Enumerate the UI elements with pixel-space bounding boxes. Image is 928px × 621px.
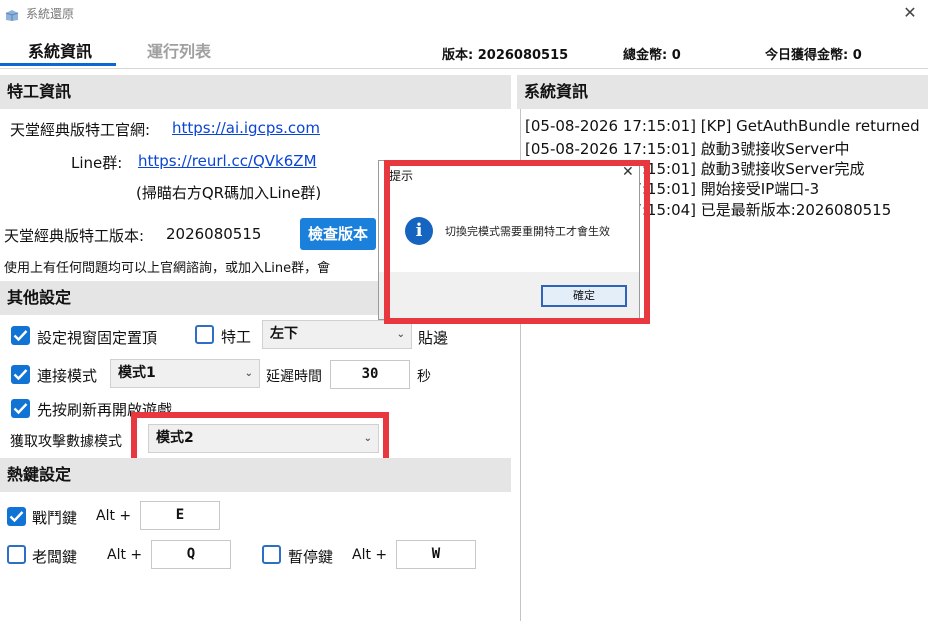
- connect-mode-checkbox[interactable]: [11, 365, 30, 384]
- help-text: 使用上有任何問題均可以上官網諮詢，或加入Line群，會: [4, 261, 331, 276]
- line-hint: (掃瞄右方QR碼加入Line群): [136, 184, 322, 202]
- agent-label: 特工: [221, 328, 252, 346]
- delay-label: 延遲時間: [266, 369, 322, 385]
- attack-mode-label: 獲取攻擊數據模式: [10, 434, 122, 450]
- snap-label: 貼邊: [418, 329, 449, 347]
- connect-mode-select[interactable]: 模式1 ⌄: [110, 359, 260, 388]
- battle-key-checkbox[interactable]: [7, 507, 26, 526]
- line-link[interactable]: https://reurl.cc/QVk6ZM: [138, 152, 317, 170]
- section-agent-info: 特工資訊: [0, 75, 511, 109]
- active-tab-indicator: [0, 63, 116, 66]
- version-stat: 版本: 2026080515: [442, 48, 569, 63]
- app-icon: [5, 7, 19, 21]
- boss-key-input[interactable]: Q: [151, 540, 231, 569]
- battle-key-label: 戰鬥鍵: [32, 509, 78, 527]
- check-version-button[interactable]: 檢查版本: [300, 218, 376, 250]
- version-label: 天堂經典版特工版本:: [4, 227, 145, 245]
- log-line: [05-08-2026 17:15:01] [KP] GetAuthBundle…: [525, 117, 920, 135]
- total-coins-stat: 總金幣: 0: [623, 48, 681, 63]
- section-hotkeys: 熱鍵設定: [0, 458, 511, 492]
- section-system-info: 系統資訊: [517, 75, 928, 109]
- connect-mode-label: 連接模式: [37, 367, 98, 385]
- pin-window-checkbox[interactable]: [11, 326, 30, 345]
- log-line: [05-08-2026 17:15:01] 啟動3號接收Server中: [525, 140, 850, 158]
- position-select[interactable]: 左下 ⌄: [262, 320, 412, 349]
- pin-window-label: 設定視窗固定置頂: [37, 329, 158, 347]
- today-coins-stat: 今日獲得金幣: 0: [765, 48, 862, 63]
- boss-key-mod: Alt +: [107, 547, 143, 563]
- pause-key-label: 暫停鍵: [288, 548, 334, 566]
- website-link[interactable]: https://ai.igcps.com: [172, 119, 320, 137]
- delay-input[interactable]: 30: [330, 360, 410, 389]
- window-title: 系統還原: [26, 7, 75, 21]
- agent-checkbox[interactable]: [195, 325, 214, 344]
- delay-unit: 秒: [417, 369, 431, 385]
- boss-key-label: 老闆鍵: [32, 548, 78, 566]
- battle-key-mod: Alt +: [96, 508, 132, 524]
- pause-key-mod: Alt +: [352, 547, 388, 563]
- boss-key-checkbox[interactable]: [7, 545, 26, 564]
- website-label: 天堂經典版特工官網:: [10, 121, 151, 139]
- chevron-down-icon: ⌄: [244, 368, 253, 379]
- title-bar: [0, 0, 928, 28]
- version-value: 2026080515: [166, 225, 262, 243]
- refresh-first-checkbox[interactable]: [11, 399, 30, 418]
- battle-key-input[interactable]: E: [140, 501, 220, 530]
- pause-key-checkbox[interactable]: [262, 545, 281, 564]
- pause-key-input[interactable]: W: [396, 540, 476, 569]
- tab-system-info[interactable]: 系統資訊: [28, 38, 92, 62]
- highlight-dialog: [384, 160, 650, 324]
- connect-mode-select-value: 模式1: [118, 365, 156, 381]
- position-select-value: 左下: [270, 326, 298, 342]
- help-text-clip: 使用上有任何問題均可以上官網諮詢，或加入Line群，會: [0, 254, 378, 278]
- tabs-divider: [0, 68, 928, 69]
- close-icon[interactable]: ✕: [898, 2, 922, 24]
- chevron-down-icon: ⌄: [396, 329, 405, 340]
- line-label: Line群:: [71, 154, 123, 172]
- tab-running-list[interactable]: 運行列表: [147, 38, 211, 62]
